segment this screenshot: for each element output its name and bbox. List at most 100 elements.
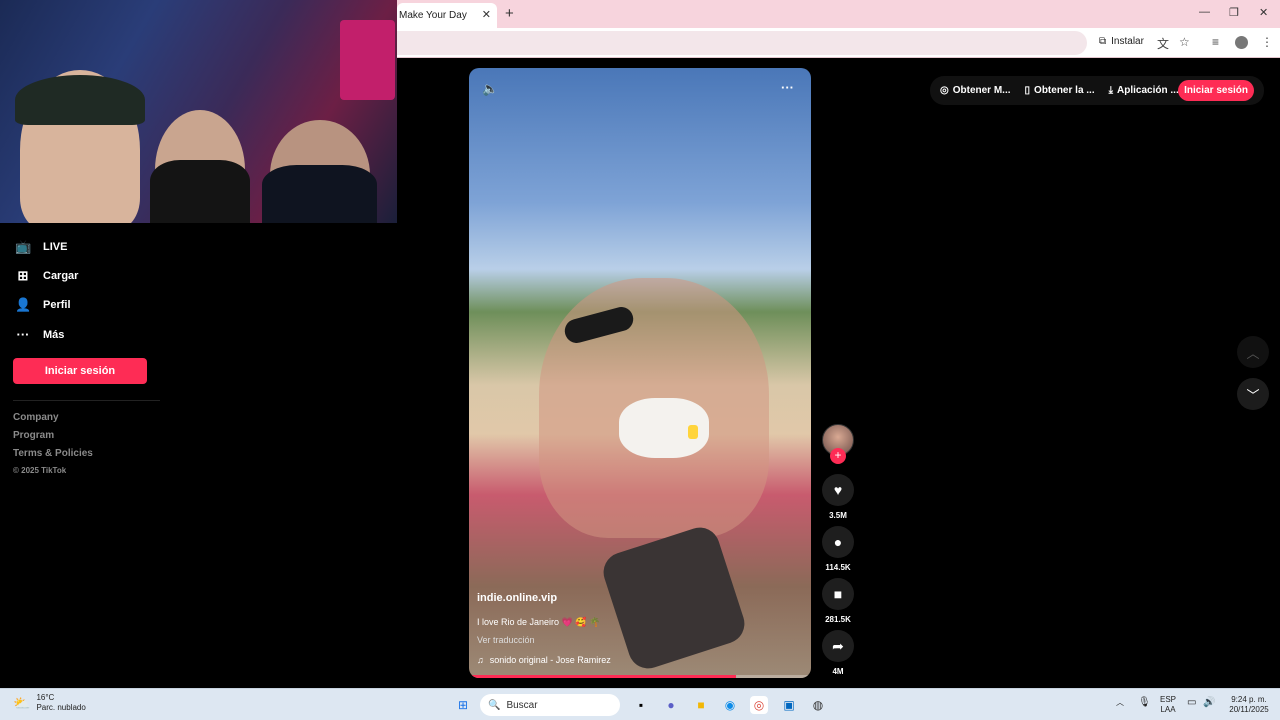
previous-video-button[interactable]: ︿	[1237, 336, 1269, 368]
get-coins-link[interactable]: ◎ Obtener M...	[940, 85, 1011, 96]
live-icon: 📺	[15, 239, 32, 254]
top-login-button[interactable]: Iniciar sesión	[1178, 80, 1254, 101]
new-tab-icon[interactable]: +	[505, 5, 514, 22]
task-view-icon[interactable]: ▪	[632, 696, 650, 714]
translate-link[interactable]: Ver traducción	[477, 635, 535, 645]
url-input[interactable]	[397, 31, 1087, 55]
video-sound[interactable]: ♫ sonido original - Jose Ramirez	[477, 655, 611, 665]
video-progress-bar[interactable]	[469, 675, 811, 678]
start-icon[interactable]: ⊞	[454, 696, 472, 714]
bookmark-star-icon[interactable]: ☆	[1179, 35, 1190, 49]
store-icon[interactable]: ▣	[780, 696, 798, 714]
desktop-app-link[interactable]: ⤓ Aplicación ...	[1109, 85, 1179, 96]
clock-date: 20/11/2025	[1229, 705, 1269, 714]
more-icon: ···	[16, 327, 30, 342]
network-icon[interactable]: ▭	[1187, 698, 1196, 708]
sidebar-item-label: Más	[43, 328, 65, 341]
sidebar-item-upload[interactable]: ⊞ Cargar	[15, 268, 79, 284]
screen: Make Your Day ✕ + — ❐ ✕ ⧉ Instalar 文 ☆ ≡…	[0, 0, 1280, 720]
profile-icon: 👤	[15, 297, 32, 312]
get-app-link[interactable]: ▯ Obtener la ...	[1025, 85, 1095, 96]
teams-icon[interactable]: ●	[662, 696, 680, 714]
copyright: © 2025 TikTok	[13, 466, 67, 475]
maximize-icon[interactable]: ❐	[1229, 6, 1239, 19]
share-button[interactable]: ➦	[822, 630, 854, 662]
footer-link-terms[interactable]: Terms & Policies	[13, 448, 93, 459]
chrome-icon[interactable]: ◎	[750, 696, 768, 714]
video-player[interactable]: 🔈 ··· indie.online.vip I love Rio de Jan…	[469, 68, 811, 678]
heart-icon: ♥	[833, 482, 843, 498]
save-button[interactable]: ■	[822, 578, 854, 610]
sound-label: sonido original - Jose Ramirez	[489, 655, 611, 665]
browser-menu-icon[interactable]: ⋮	[1261, 35, 1273, 49]
volume-tray-icon[interactable]: 🔊	[1203, 698, 1215, 708]
profile-avatar-icon[interactable]	[1235, 36, 1248, 49]
sidebar-item-label: Perfil	[43, 299, 71, 311]
file-explorer-icon[interactable]: ■	[692, 696, 710, 714]
follow-plus-icon[interactable]: +	[830, 448, 846, 464]
edge-icon[interactable]: ◉	[721, 696, 739, 714]
share-icon: ➦	[832, 637, 844, 654]
translate-icon[interactable]: 文	[1157, 35, 1169, 52]
share-count: 4M	[832, 667, 844, 676]
taskbar-search[interactable]: 🔍 Buscar	[480, 694, 620, 716]
like-button[interactable]: ♥	[822, 474, 854, 506]
chevron-up-icon: ︿	[1246, 345, 1260, 361]
download-icon: ⤓	[1108, 85, 1114, 96]
like-count: 3.5M	[829, 511, 847, 520]
app-icon[interactable]: ◍	[809, 696, 827, 714]
sidebar-item-profile[interactable]: 👤 Perfil	[15, 297, 71, 313]
weather-desc: Parc. nublado	[36, 703, 86, 712]
sidebar-item-live[interactable]: 📺 LIVE	[15, 239, 67, 255]
weather-widget[interactable]: ⛅ 16°C Parc. nublado	[13, 693, 86, 713]
more-options-icon[interactable]: ···	[781, 80, 794, 95]
volume-icon[interactable]: 🔈	[482, 81, 498, 97]
handbag	[598, 522, 750, 674]
mouse-cursor	[688, 425, 698, 439]
wall-led	[340, 20, 395, 100]
chevron-down-icon: ﹀	[1246, 387, 1260, 403]
comment-button[interactable]: ●	[822, 526, 854, 558]
video-caption: I love Rio de Janeiro 💗 🥰 🌴	[477, 617, 601, 627]
video-author[interactable]: indie.online.vip	[477, 592, 557, 604]
tray-chevron-icon[interactable]: ︿	[1116, 698, 1124, 708]
music-note-icon: ♫	[477, 655, 484, 665]
comment-icon: ●	[833, 534, 843, 550]
bookmark-icon: ■	[833, 586, 843, 602]
sidebar-login-button[interactable]: Iniciar sesión	[13, 358, 147, 384]
weather-icon: ⛅	[13, 694, 31, 711]
video-progress-fill	[469, 675, 736, 678]
browser-tab-strip: Make Your Day ✕ + — ❐ ✕	[397, 0, 1280, 28]
microphone-icon[interactable]: 🎙	[1138, 698, 1151, 708]
sidebar-item-label: LIVE	[43, 241, 68, 253]
next-video-button[interactable]: ﹀	[1237, 378, 1269, 410]
get-coins-label: Obtener M...	[952, 85, 1011, 96]
footer-link-program[interactable]: Program	[13, 430, 54, 441]
top-action-bar: ◎ Obtener M... ▯ Obtener la ... ⤓ Aplica…	[930, 76, 1264, 105]
upload-icon: ⊞	[17, 268, 29, 283]
clock[interactable]: 9:24 p. m. 20/11/2025	[1224, 695, 1274, 715]
phone-icon: ▯	[1024, 85, 1031, 96]
search-icon: 🔍	[488, 699, 501, 711]
sidebar-item-more[interactable]: ··· Más	[15, 327, 65, 342]
shirt-right	[262, 165, 377, 223]
media-control-icon[interactable]: ≡	[1212, 35, 1219, 49]
tab-close-icon[interactable]: ✕	[482, 8, 491, 21]
install-label: Instalar	[1111, 36, 1144, 47]
language-indicator[interactable]: ESP LAA	[1160, 695, 1176, 715]
footer-link-company[interactable]: Company	[13, 412, 59, 423]
install-button[interactable]: ⧉ Instalar	[1099, 36, 1144, 47]
install-icon: ⧉	[1099, 36, 1107, 47]
minimize-icon[interactable]: —	[1199, 6, 1210, 18]
webcam-overlay	[0, 0, 397, 223]
shirt-middle	[150, 160, 250, 223]
sidebar-divider	[13, 400, 160, 401]
sidebar-item-label: Cargar	[43, 270, 79, 282]
save-count: 281.5K	[825, 615, 851, 624]
coin-icon: ◎	[940, 85, 949, 96]
browser-tab[interactable]: Make Your Day ✕	[397, 3, 497, 28]
desktop-app-label: Aplicación ...	[1117, 85, 1179, 96]
close-window-icon[interactable]: ✕	[1259, 6, 1268, 19]
weather-temp: 16°C	[36, 693, 55, 702]
lang-bottom: LAA	[1160, 705, 1176, 714]
